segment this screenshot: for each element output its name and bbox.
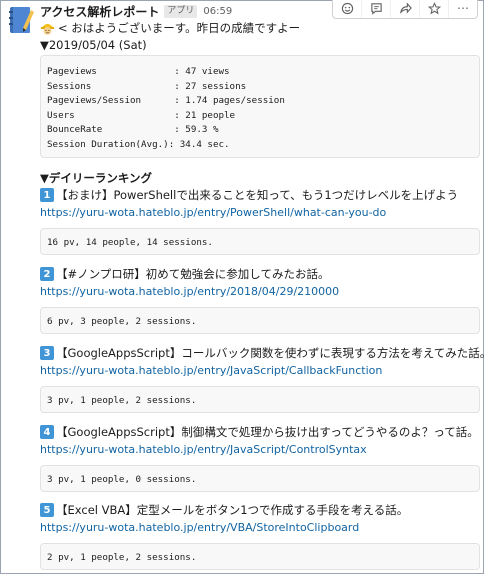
stat-line: Pageviews : 47 views (47, 66, 230, 77)
message-actions-toolbar: ⋯ (332, 0, 478, 19)
ranking-item-title: 4 【GoogleAppsScript】制御構文で処理から抜け出すってどうやるの… (40, 423, 479, 441)
ranking-url-link[interactable]: https://yuru-wota.hateblo.jp/entry/Power… (40, 206, 386, 219)
number-1-icon: 1 (40, 188, 54, 202)
greeting-text: < おはようございまーす。昨日の成績ですよー (58, 21, 301, 35)
ranking-item-title: 5 【Excel VBA】定型メールをボタン1つで作成する手段を考える話。 (40, 501, 408, 519)
stat-line: Pageviews/Session : 1.74 pages/session (47, 95, 285, 107)
number-3-icon: 3 (40, 346, 54, 360)
ranking-stats-block: 16 pv, 14 people, 14 sessions. (40, 228, 480, 255)
ranking-title-text: 【Excel VBA】定型メールをボタン1つで作成する手段を考える話。 (56, 503, 409, 517)
number-4-icon: 4 (40, 425, 54, 439)
construction-worker-emoji-icon (40, 23, 55, 35)
ranking-title: ▼デイリーランキング (40, 171, 152, 185)
emoji-reaction-icon[interactable] (333, 0, 362, 18)
greeting-line: < おはようございまーす。昨日の成績ですよー (40, 19, 300, 37)
stat-line: Session Duration(Avg.): 34.4 sec. (47, 138, 230, 150)
number-2-icon: 2 (40, 267, 54, 281)
ranking-item-title: 2 【#ノンプロ研】初めて勉強会に参加してみたお話。 (40, 265, 329, 283)
bot-name[interactable]: アクセス解析レポート (40, 3, 159, 20)
ranking-url-link[interactable]: https://yuru-wota.hateblo.jp/entry/2018/… (40, 285, 339, 298)
ranking-title-text: 【おまけ】PowerShellで出来ることを知って、もう1つだけレベルを上げよう (56, 188, 459, 202)
message-header: アクセス解析レポート アプリ 06:59 (40, 2, 232, 20)
share-icon[interactable] (391, 0, 420, 18)
ranking-stats-block: 2 pv, 1 people, 2 sessions. (40, 543, 480, 570)
star-icon[interactable] (420, 0, 449, 18)
reply-thread-icon[interactable] (362, 0, 391, 18)
ranking-stats-block: 6 pv, 3 people, 2 sessions. (40, 307, 480, 334)
number-5-icon: 5 (40, 503, 54, 517)
ranking-title-text: 【GoogleAppsScript】コールバック関数を使わずに表現する方法を考え… (56, 346, 486, 360)
ranking-stats-block: 3 pv, 1 people, 0 sessions. (40, 465, 480, 492)
summary-stats-block: Pageviews : 47 views Sessions : 27 sessi… (40, 55, 480, 158)
stat-line: BounceRate : 59.3 % (47, 124, 219, 136)
ranking-url-link[interactable]: https://yuru-wota.hateblo.jp/entry/VBA/S… (40, 521, 359, 534)
ranking-stats-block: 3 pv, 1 people, 2 sessions. (40, 386, 480, 413)
ranking-title-text: 【GoogleAppsScript】制御構文で処理から抜け出すってどうやるのよ？… (56, 425, 479, 439)
ranking-url-link[interactable]: https://yuru-wota.hateblo.jp/entry/JavaS… (40, 364, 382, 377)
stat-line: Users : 21 people (47, 109, 236, 121)
stat-line: Sessions : 27 sessions (47, 80, 247, 92)
ranking-item-title: 3 【GoogleAppsScript】コールバック関数を使わずに表現する方法を… (40, 344, 486, 362)
message-timestamp[interactable]: 06:59 (203, 6, 232, 17)
ranking-url-link[interactable]: https://yuru-wota.hateblo.jp/entry/JavaS… (40, 443, 367, 456)
more-icon[interactable]: ⋯ (449, 0, 477, 18)
ranking-item-title: 1 【おまけ】PowerShellで出来ることを知って、もう1つだけレベルを上げ… (40, 186, 458, 204)
app-avatar-notebook-icon[interactable] (5, 4, 35, 36)
ranking-title-text: 【#ノンプロ研】初めて勉強会に参加してみたお話。 (56, 267, 330, 281)
app-badge: アプリ (164, 4, 198, 18)
report-date: ▼2019/05/04 (Sat) (40, 38, 147, 52)
